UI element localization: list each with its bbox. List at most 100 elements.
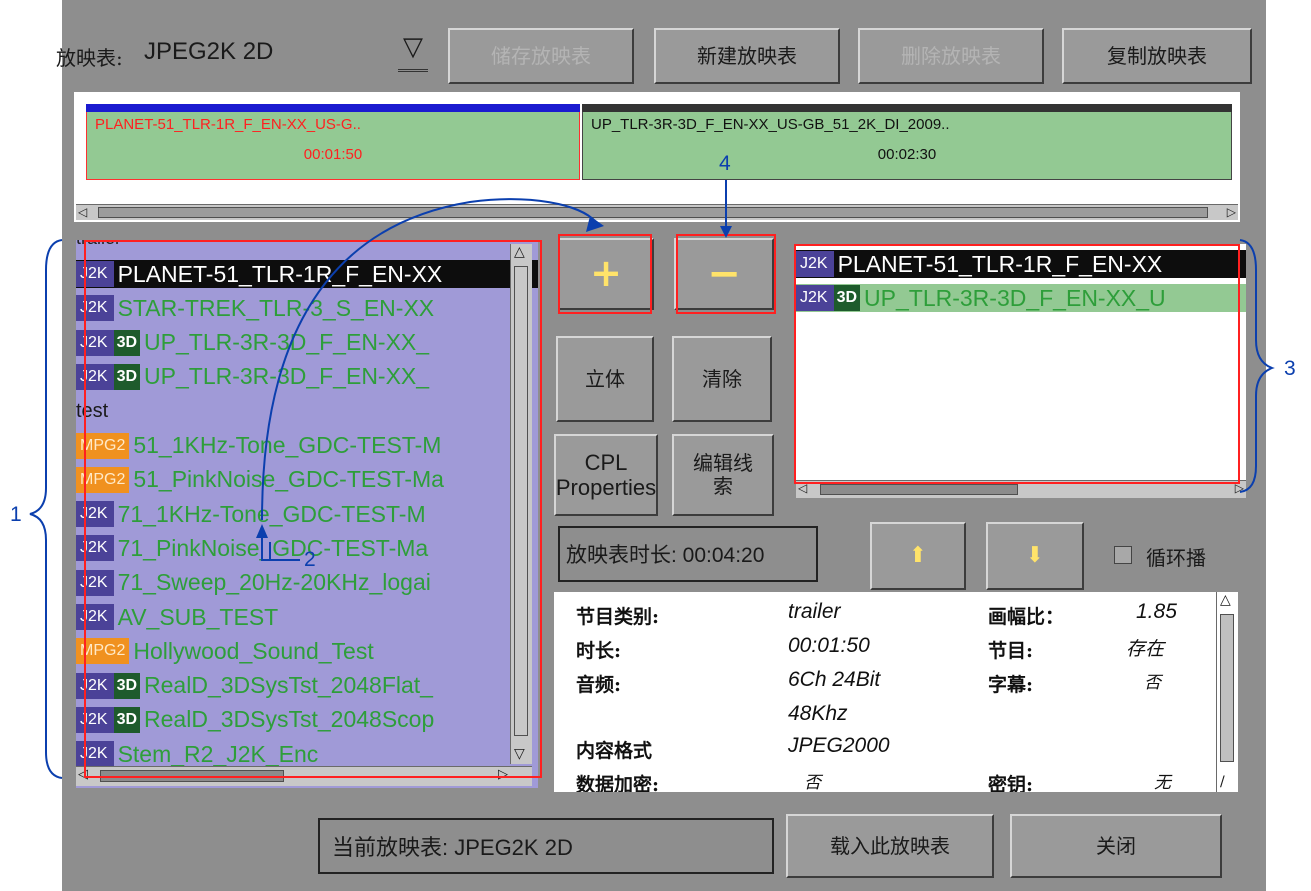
scroll-left-icon[interactable]: ◁ [78,767,88,782]
stereo-button[interactable]: 立体 [556,336,654,422]
library-item[interactable]: J2K 3D RealD_3DSysTst_2048Flat_ [76,672,538,700]
library-item[interactable]: J2K 71_1KHz-Tone_GDC-TEST-M [76,500,538,528]
3d-badge: 3D [113,672,141,699]
scroll-right-icon[interactable]: ▷ [1235,481,1244,495]
item-name: 71_PinkNoise_GDC-TEST-Ma [117,534,429,561]
scroll-up-icon[interactable]: △ [514,244,525,260]
j2k-badge: J2K [76,535,114,562]
timeline-clip-1[interactable]: PLANET-51_TLR-1R_F_EN-XX_US-G.. 00:01:50 [86,112,580,180]
library-vscrollbar[interactable]: △ ▽ [510,244,532,764]
delete-playlist-button[interactable]: 删除放映表 [858,28,1044,84]
move-down-button[interactable]: ⬇ [986,522,1084,590]
j2k-badge: J2K [76,604,114,630]
add-to-playlist-button[interactable]: + [558,238,654,310]
copy-playlist-button[interactable]: 复制放映表 [1062,28,1252,84]
chevron-down-icon[interactable]: ▽ [398,32,428,72]
scroll-left-icon[interactable]: ◁ [798,481,807,495]
playlist-hscrollbar[interactable]: ◁ ▷ [796,480,1246,498]
annotation-4: 4 [719,152,731,175]
library-hscroll-thumb[interactable] [100,770,284,782]
clip-name: PLANET-51_TLR-1R_F_EN-XX_US-G.. [95,116,361,133]
scroll-down-icon[interactable]: / [1220,774,1225,790]
library-item[interactable]: J2K Stem_R2_J2K_Enc [76,740,538,768]
new-playlist-button[interactable]: 新建放映表 [654,28,840,84]
j2k-badge: J2K [76,741,114,768]
scroll-right-icon[interactable]: ▷ [1227,205,1236,219]
info-vscroll-thumb[interactable] [1220,614,1234,762]
arrow-up-icon: ⬆ [908,543,928,569]
subtitle-value: 否 [1144,673,1161,693]
playlist-panel[interactable]: J2K PLANET-51_TLR-1R_F_EN-XX J2K 3D UP_TLR-3… [796,244,1246,494]
item-name: STAR-TREK_TLR-3_S_EN-XX [117,294,435,321]
item-name: UP_TLR-3R-3D_F_EN-XX_ [144,363,430,390]
duration-key: 时长: [576,640,622,662]
library-item[interactable]: J2K 71_Sweep_20Hz-20KHz_logai [76,569,538,597]
save-playlist-button[interactable]: 储存放映表 [448,28,634,84]
library-hscrollbar[interactable]: ◁ ▷ [76,766,532,786]
timeline-track-top [582,104,1232,112]
playlist-label: 放映表: [56,46,123,70]
library-item[interactable]: J2K PLANET-51_TLR-1R_F_EN-XX [76,260,538,288]
playlist-item[interactable]: J2K 3D UP_TLR-3R-3D_F_EN-XX_U [796,284,1246,312]
scroll-right-icon[interactable]: ▷ [498,767,508,782]
program-value: 存在 [1126,638,1165,660]
scroll-down-icon[interactable]: ▽ [514,746,525,762]
scroll-up-icon[interactable]: △ [1220,592,1231,608]
edit-cue-button[interactable]: 编辑线索 [672,434,774,516]
category-key: 节目类别: [576,606,660,628]
library-group-header[interactable]: test [76,397,538,425]
info-vscrollbar[interactable]: △ / [1216,592,1238,792]
loop-checkbox[interactable] [1114,546,1132,564]
duration-value: 00:01:50 [788,634,870,657]
timeline-clip-2[interactable]: UP_TLR-3R-3D_F_EN-XX_US-GB_51_2K_DI_2009… [582,112,1232,180]
library-item[interactable]: J2K 3D UP_TLR-3R-3D_F_EN-XX_ [76,329,538,357]
clear-button[interactable]: 清除 [672,336,772,422]
playlist-item[interactable]: J2K PLANET-51_TLR-1R_F_EN-XX [796,250,1246,278]
playlist-duration-display: 放映表时长: 00:04:20 [558,526,818,582]
playlist-dropdown[interactable]: JPEG2K 2D ▽ [142,30,434,74]
3d-badge: 3D [113,329,141,356]
loop-label: 循环播 [1146,546,1206,570]
library-item[interactable]: J2K 3D RealD_3DSysTst_2048Scop [76,706,538,734]
remove-from-playlist-button[interactable]: − [674,238,774,310]
j2k-badge: J2K [76,672,114,699]
mpg2-badge: MPG2 [76,638,130,665]
group-name: test [76,399,109,422]
cpl-properties-button[interactable]: CPL Properties [554,434,658,516]
close-button[interactable]: 关闭 [1010,814,1222,878]
j2k-badge: J2K [76,329,114,356]
move-up-button[interactable]: ⬆ [870,522,966,590]
item-name: RealD_3DSysTst_2048Scop [144,706,435,733]
library-item[interactable]: MPG2 51_1KHz-Tone_GDC-TEST-M [76,432,538,460]
j2k-badge: J2K [76,363,114,390]
3d-badge: 3D [113,706,141,733]
clip-duration: 00:02:30 [877,146,937,163]
library-item[interactable]: J2K AV_SUB_TEST [76,603,538,631]
aspect-value: 1.85 [1136,600,1177,623]
library-item[interactable]: J2K 3D UP_TLR-3R-3D_F_EN-XX_ [76,363,538,391]
library-item[interactable]: J2K STAR-TREK_TLR-3_S_EN-XX [76,294,538,322]
playlist-hscroll-thumb[interactable] [820,484,1018,495]
format-value: JPEG2000 [788,734,890,757]
j2k-badge: J2K [76,501,114,528]
format-key: 内容格式 [576,740,653,762]
mpg2-badge: MPG2 [76,466,130,493]
group-name: trailer [76,240,121,249]
audio-value: 6Ch 24Bit [788,668,881,691]
item-name: Stem_R2_J2K_Enc [117,740,319,767]
timeline-scrollbar[interactable]: ◁ ▷ [76,204,1238,220]
playlist-duration-text: 放映表时长: 00:04:20 [566,544,765,567]
playlist-dropdown-value: JPEG2K 2D [144,38,274,65]
j2k-badge: J2K [796,285,834,311]
scroll-left-icon[interactable]: ◁ [78,205,87,219]
item-name: RealD_3DSysTst_2048Flat_ [144,672,433,699]
playlist-editor-window: 放映表: JPEG2K 2D ▽ 储存放映表 新建放映表 删除放映表 复制放映表… [56,0,1266,891]
audio-key: 音频: [576,674,622,696]
load-playlist-button[interactable]: 载入此放映表 [786,814,994,878]
timeline-scroll-thumb[interactable] [98,207,1208,218]
library-vscroll-thumb[interactable] [514,266,528,736]
library-item[interactable]: MPG2 Hollywood_Sound_Test [76,637,538,665]
library-item[interactable]: MPG2 51_PinkNoise_GDC-TEST-Ma [76,466,538,494]
timeline-progress [86,104,580,112]
library-list[interactable]: trailer J2KPLANET-51_TLR-1R_F_EN-XXJ2KST… [76,240,538,788]
